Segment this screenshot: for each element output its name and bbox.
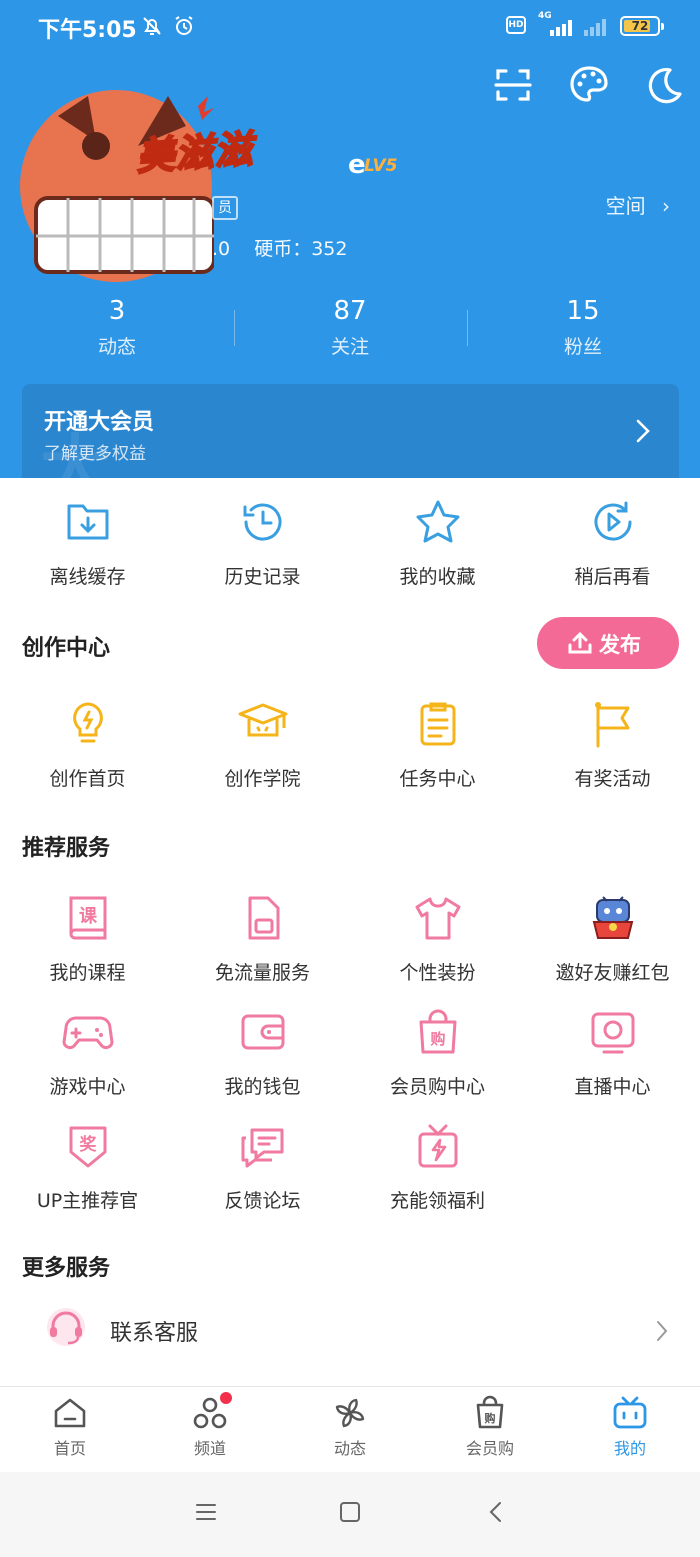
service-my-wallet[interactable]: 我的钱包 (175, 1008, 350, 1099)
space-link[interactable]: 空间 › (606, 190, 670, 219)
quick-favorites[interactable]: 我的收藏 (350, 498, 525, 589)
system-navigation-bar (0, 1472, 700, 1557)
tab-mall[interactable]: 购 会员购 (420, 1395, 560, 1459)
download-folder-icon (67, 504, 108, 540)
home-square-icon[interactable] (338, 1500, 362, 1524)
svg-text:购: 购 (430, 1030, 445, 1048)
chat-bubbles-icon (241, 1128, 283, 1168)
service-charge-benefits[interactable]: 充能领福利 (350, 1122, 525, 1213)
history-clock-icon (243, 503, 281, 541)
back-icon[interactable] (484, 1500, 508, 1524)
service-feedback-forum[interactable]: 反馈论坛 (175, 1122, 350, 1213)
level-badge: LV5 (364, 156, 398, 176)
course-book-icon: 课 (69, 896, 106, 940)
night-mode-icon[interactable] (640, 62, 686, 108)
menu-icon[interactable] (194, 1500, 218, 1524)
status-time: 下午5:05 (38, 18, 137, 43)
tshirt-icon (415, 897, 460, 940)
lightbulb-icon (72, 702, 103, 743)
contact-support-row[interactable]: 联系客服 (0, 1293, 700, 1373)
chevron-right-icon (657, 1321, 668, 1341)
chevron-right-icon: › (662, 194, 670, 218)
quick-actions: 离线缓存 历史记录 我的收藏 稍后再看 (0, 498, 700, 598)
mute-bell-icon (143, 17, 161, 35)
creation-academy[interactable]: 创作学院 (175, 700, 350, 791)
task-list-icon (420, 702, 455, 746)
mascot-red-envelope-icon (592, 896, 633, 939)
signal-icon (550, 20, 572, 36)
service-mall-center[interactable]: 购 会员购中心 (350, 1008, 525, 1099)
publish-button[interactable]: 发布 (537, 617, 679, 669)
headset-icon (47, 1308, 85, 1346)
wallet-icon (241, 1014, 284, 1050)
tv-icon (613, 1396, 647, 1429)
home-icon (54, 1398, 86, 1428)
service-game-center[interactable]: 游戏中心 (0, 1008, 175, 1099)
service-up-recommender[interactable]: 奖 UP主推荐官 (0, 1122, 175, 1213)
stat-following[interactable]: 87 关注 (233, 294, 467, 359)
creation-reward-events[interactable]: 有奖活动 (525, 700, 700, 791)
member-badge: 员 (212, 196, 238, 220)
svg-text:购: 购 (485, 1411, 496, 1425)
pinwheel-icon (335, 1398, 365, 1428)
tab-mine[interactable]: 我的 (560, 1395, 700, 1459)
main-content: 离线缓存 历史记录 我的收藏 稍后再看 创作中心 发布 创作首页 创作学院 任务… (0, 478, 700, 1388)
profile-header: 下午5:05 HD 4G 72 美滋滋 e LV5 员 空间 › .0 硬币：3… (0, 0, 700, 478)
avatar[interactable] (18, 86, 214, 286)
svg-text:课: 课 (79, 906, 98, 927)
service-invite-friends[interactable]: 邀好友赚红包 (525, 894, 700, 985)
tab-channel[interactable]: 频道 (140, 1392, 280, 1459)
vip-title: 开通大会员 (44, 410, 155, 435)
status-bar: 下午5:05 HD 4G 72 (0, 0, 700, 52)
shopping-bag-icon: 购 (476, 1395, 504, 1429)
hd-badge: HD (506, 16, 526, 34)
gamepad-icon (62, 1016, 113, 1050)
flag-icon (594, 702, 629, 748)
service-live-center[interactable]: 直播中心 (525, 1008, 700, 1099)
alarm-icon (175, 16, 193, 35)
gift-bolt-icon (418, 1124, 457, 1168)
stat-fans[interactable]: 15 粉丝 (466, 294, 700, 359)
bottom-tabbar: 首页 频道 动态 购 会员购 我的 (0, 1386, 700, 1472)
creation-center-title: 创作中心 (22, 636, 111, 661)
star-icon (416, 500, 459, 543)
creation-tasks[interactable]: 任务中心 (350, 700, 525, 791)
recommended-title: 推荐服务 (22, 836, 111, 861)
service-decorations[interactable]: 个性装扮 (350, 894, 525, 985)
service-my-courses[interactable]: 课 我的课程 (0, 894, 175, 985)
quick-offline-cache[interactable]: 离线缓存 (0, 498, 175, 589)
graduation-cap-icon (238, 703, 287, 737)
scan-icon[interactable] (490, 62, 536, 108)
theme-palette-icon[interactable] (566, 62, 612, 108)
svg-text:奖: 奖 (79, 1134, 97, 1155)
coin-info: .0 硬币：352 (212, 238, 348, 260)
stat-dynamics[interactable]: 3 动态 (0, 294, 234, 359)
battery-icon: 72 (620, 16, 664, 36)
vip-banner[interactable]: 大 开通大会员 了解更多权益 (22, 384, 679, 478)
vip-subtitle: 了解更多权益 (44, 444, 146, 464)
signal-weak-icon (584, 19, 606, 36)
creation-home[interactable]: 创作首页 (0, 700, 175, 791)
sim-card-icon (248, 896, 279, 940)
shopping-bag-icon: 购 (419, 1009, 456, 1054)
watch-later-icon (594, 501, 631, 541)
upload-icon (568, 631, 592, 654)
quick-watch-later[interactable]: 稍后再看 (525, 498, 700, 589)
notification-dot (220, 1392, 232, 1404)
chevron-right-icon (636, 419, 650, 443)
quick-history[interactable]: 历史记录 (175, 498, 350, 589)
tab-dynamics[interactable]: 动态 (280, 1395, 420, 1459)
nickname-tail: e (348, 150, 366, 180)
live-tv-icon (591, 1012, 634, 1054)
tab-home[interactable]: 首页 (0, 1395, 140, 1459)
nickname: 美滋滋 (134, 126, 256, 180)
stats-row: 3 动态 87 关注 15 粉丝 (0, 294, 700, 364)
more-services-title: 更多服务 (22, 1256, 111, 1281)
reward-shield-icon: 奖 (69, 1126, 106, 1168)
service-free-data[interactable]: 免流量服务 (175, 894, 350, 985)
